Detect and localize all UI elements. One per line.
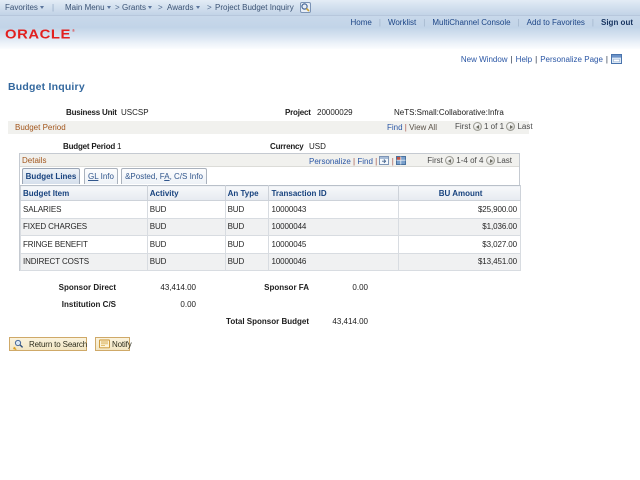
svg-text:ORACLE: ORACLE (5, 27, 71, 41)
svg-text:®: ® (72, 28, 75, 33)
